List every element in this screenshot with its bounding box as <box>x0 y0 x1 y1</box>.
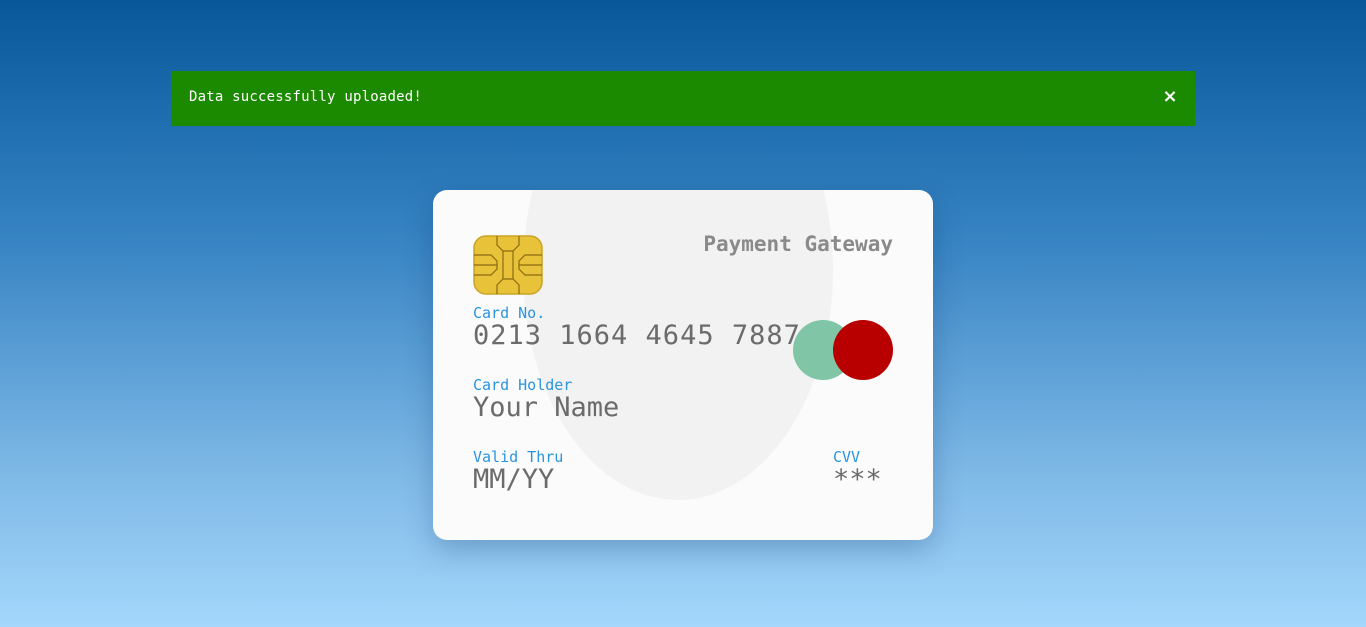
chip-icon <box>473 235 543 295</box>
card-number-value: 0213 1664 4645 7887 <box>473 320 801 351</box>
card-holder-value: Your Name <box>473 392 620 423</box>
alert-message: Data successfully uploaded! <box>189 89 422 105</box>
close-icon[interactable]: × <box>1161 88 1179 106</box>
payment-card: Payment Gateway Card No. 0213 1664 4645 … <box>433 190 933 540</box>
valid-thru-value: MM/YY <box>473 464 555 495</box>
success-alert: Data successfully uploaded! × <box>171 71 1195 126</box>
cvv-value: *** <box>833 464 882 495</box>
card-logo-right-circle <box>833 320 893 380</box>
card-brand-title: Payment Gateway <box>703 232 893 256</box>
